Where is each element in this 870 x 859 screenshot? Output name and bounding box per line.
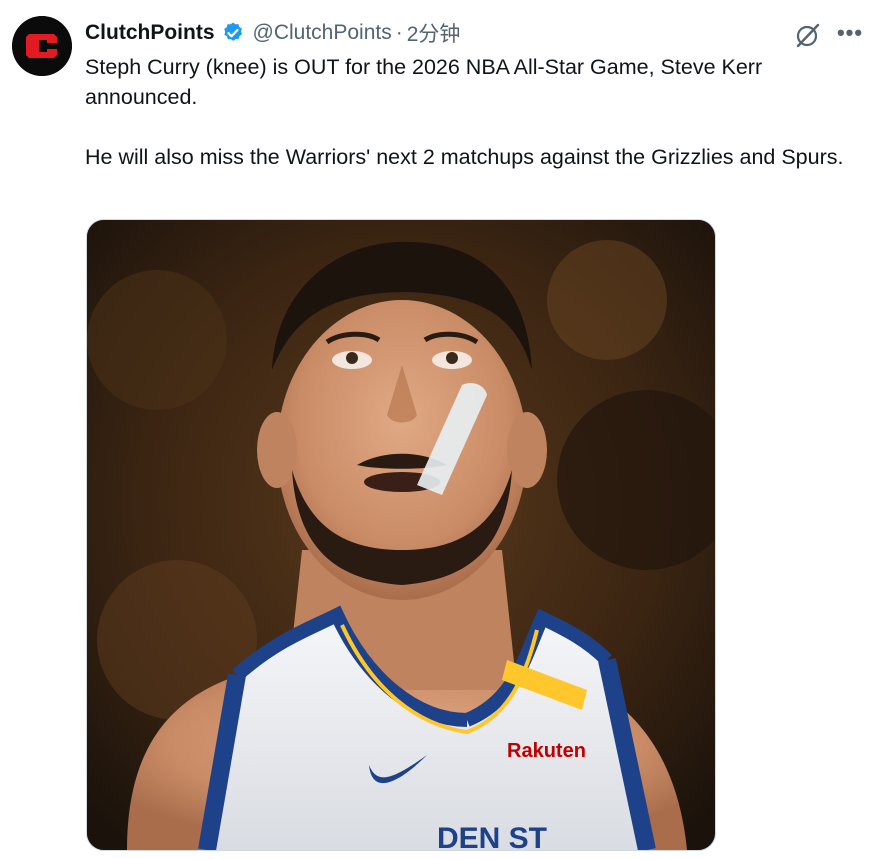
avatar[interactable] xyxy=(12,16,72,76)
tweet-text-paragraph-2: He will also miss the Warriors' next 2 m… xyxy=(85,145,844,169)
tweet-header: ClutchPoints @ClutchPoints · 2分钟 xyxy=(85,18,460,48)
timestamp[interactable]: 2分钟 xyxy=(407,18,461,48)
display-name[interactable]: ClutchPoints xyxy=(85,21,215,45)
verified-badge-icon xyxy=(221,21,245,45)
grok-icon[interactable] xyxy=(793,20,823,50)
tweet-photo[interactable]: Rakuten DEN ST xyxy=(86,219,716,851)
jersey-sponsor-text: Rakuten xyxy=(507,740,586,762)
tweet-text-paragraph-1: Steph Curry (knee) is OUT for the 2026 N… xyxy=(85,55,763,109)
jersey-lettering: DEN ST xyxy=(437,822,547,850)
handle[interactable]: @ClutchPoints xyxy=(253,21,392,45)
tweet-text: Steph Curry (knee) is OUT for the 2026 N… xyxy=(85,52,845,172)
more-options-icon[interactable]: ••• xyxy=(832,20,868,50)
player-photo-illustration: Rakuten DEN ST xyxy=(87,220,715,850)
separator-dot: · xyxy=(395,21,403,44)
clutchpoints-logo-icon xyxy=(12,16,72,76)
